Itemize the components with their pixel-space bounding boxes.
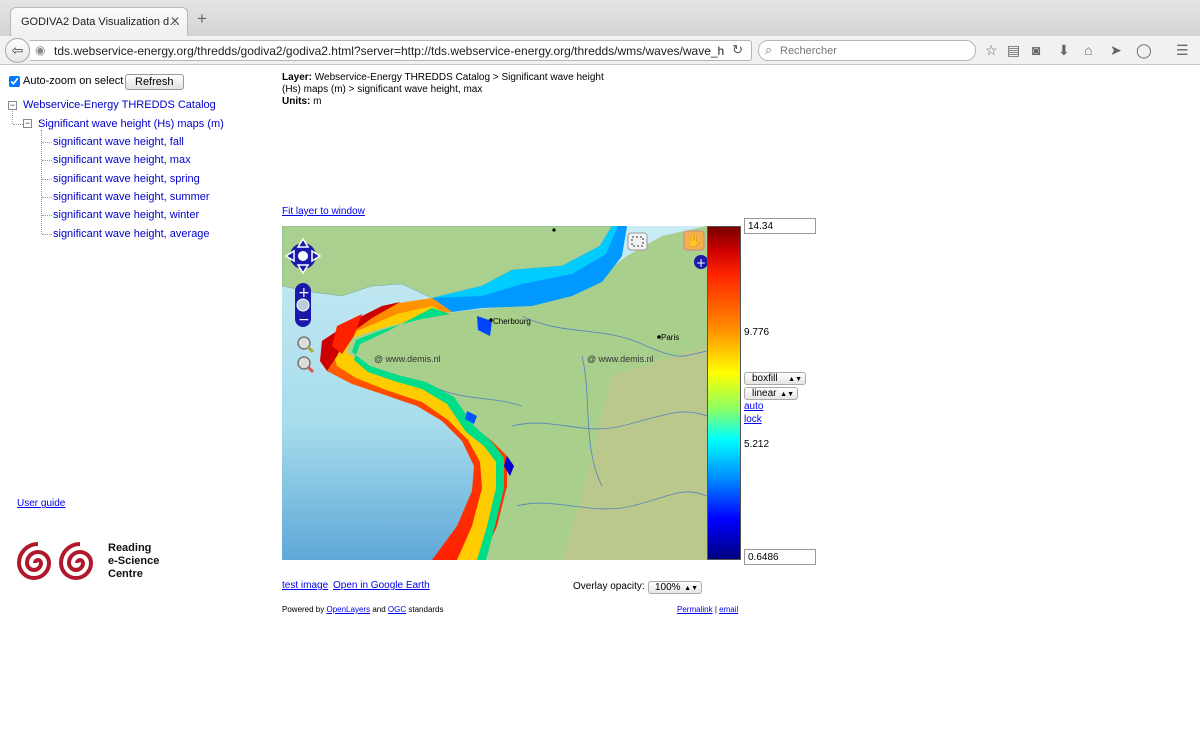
- tree-layer-fall[interactable]: significant wave height, fall: [53, 136, 184, 148]
- browser-tab[interactable]: GODIVA2 Data Visualization d… ✕: [10, 7, 188, 36]
- tree-dataset[interactable]: Significant wave height (Hs) maps (m): [38, 118, 224, 130]
- svg-text:✋: ✋: [687, 234, 702, 248]
- layer-value-1: Webservice-Energy THREDDS Catalog > Sign…: [314, 72, 604, 83]
- layer-switcher-plus-icon[interactable]: +: [694, 255, 707, 270]
- map-watermark-2: @ www.demis.nl: [587, 354, 654, 364]
- opacity-select[interactable]: 100% ▲▼: [648, 581, 702, 594]
- colorbar: [707, 226, 741, 560]
- search-placeholder[interactable]: Rechercher: [780, 45, 837, 57]
- map-label-paris: Paris: [661, 333, 679, 342]
- autozoom-checkbox[interactable]: Auto-zoom on select: [9, 75, 123, 87]
- zoom-bar-icon[interactable]: + −: [295, 283, 311, 328]
- tab-title: GODIVA2 Data Visualization d…: [21, 16, 181, 28]
- svg-text:−: −: [298, 312, 310, 328]
- url-bar[interactable]: ◉ tds.webservice-energy.org/thredds/godi…: [30, 40, 752, 61]
- downloads-icon[interactable]: ⬇: [1058, 42, 1070, 59]
- tree-layer-spring[interactable]: significant wave height, spring: [53, 173, 200, 185]
- units-label: Units:: [282, 96, 311, 107]
- pan-hand-tool-icon[interactable]: ✋: [683, 230, 705, 251]
- autozoom-label: Auto-zoom on select: [23, 75, 124, 87]
- tab-close-icon[interactable]: ✕: [170, 14, 180, 28]
- openlayers-link[interactable]: OpenLayers: [326, 605, 370, 614]
- search-bar[interactable]: ⌕ Rechercher: [758, 40, 976, 61]
- map-canvas[interactable]: Cherbourg Paris @ www.demis.nl @ www.dem…: [282, 226, 707, 560]
- search-icon: ⌕: [765, 42, 773, 57]
- select-box-tool-icon[interactable]: [627, 232, 648, 251]
- reading-escience-logo-icon[interactable]: [16, 540, 106, 586]
- chevron-down-icon: ▲▼: [780, 391, 794, 398]
- lock-scale-link[interactable]: lock: [744, 414, 762, 425]
- pocket-icon[interactable]: ◙: [1032, 42, 1040, 58]
- menu-icon[interactable]: ☰: [1176, 42, 1189, 59]
- ogc-link[interactable]: OGC: [388, 605, 406, 614]
- scale-min-input[interactable]: [744, 549, 816, 565]
- tree-catalog[interactable]: Webservice-Energy THREDDS Catalog: [23, 99, 216, 111]
- chat-icon[interactable]: ◯: [1136, 42, 1152, 59]
- test-image-link[interactable]: test image: [282, 580, 328, 591]
- email-link[interactable]: email: [719, 605, 738, 614]
- layer-value-2: (Hs) maps (m) > significant wave height,…: [282, 84, 483, 95]
- permalink-link[interactable]: Permalink: [677, 605, 713, 614]
- refresh-button[interactable]: Refresh: [125, 74, 184, 90]
- chevron-down-icon: ▲▼: [684, 585, 698, 592]
- units-value: m: [313, 96, 322, 107]
- map-label-cherbourg: Cherbourg: [493, 317, 531, 326]
- navigation-bar: ⇦ ◉ tds.webservice-energy.org/thredds/go…: [0, 36, 1200, 65]
- collapse-catalog-icon[interactable]: −: [8, 101, 17, 110]
- map-viewport[interactable]: Cherbourg Paris @ www.demis.nl @ www.dem…: [282, 226, 707, 560]
- home-icon[interactable]: ⌂: [1084, 42, 1092, 58]
- reload-icon[interactable]: ↻: [732, 42, 743, 58]
- bookmark-star-icon[interactable]: ☆: [985, 42, 998, 59]
- site-identity-icon[interactable]: ◉: [35, 43, 45, 57]
- scale-low-value: 5.212: [744, 439, 770, 450]
- google-earth-link[interactable]: Open in Google Earth: [333, 580, 430, 591]
- palette-style-select[interactable]: boxfill ▲▼: [744, 372, 806, 385]
- back-button[interactable]: ⇦: [5, 38, 30, 63]
- scale-mid-value: 9.776: [744, 327, 770, 338]
- new-tab-button[interactable]: +: [197, 9, 207, 29]
- scale-max-input[interactable]: [744, 218, 816, 234]
- tree-layer-winter[interactable]: significant wave height, winter: [53, 209, 199, 221]
- permalink-area: Permalink | email: [677, 605, 739, 614]
- back-arrow-icon: ⇦: [11, 42, 24, 58]
- layer-label: Layer:: [282, 72, 313, 83]
- auto-scale-link[interactable]: auto: [744, 401, 763, 412]
- map-watermark-1: @ www.demis.nl: [374, 354, 441, 364]
- svg-text:+: +: [696, 256, 706, 270]
- chevron-down-icon: ▲▼: [788, 376, 802, 383]
- user-guide-link[interactable]: User guide: [17, 498, 65, 509]
- layer-info: Layer: Webservice-Energy THREDDS Catalog…: [282, 72, 622, 108]
- collapse-dataset-icon[interactable]: −: [23, 119, 32, 128]
- autozoom-check[interactable]: [9, 75, 20, 87]
- url-text[interactable]: tds.webservice-energy.org/thredds/godiva…: [54, 44, 724, 58]
- scale-type-select[interactable]: linear ▲▼: [744, 387, 798, 400]
- tree-layer-average[interactable]: significant wave height, average: [53, 228, 210, 240]
- rec-logo-text: Reading e-Science Centre: [108, 542, 160, 580]
- share-icon[interactable]: ➤: [1110, 42, 1122, 59]
- left-panel: Auto-zoom on select Refresh − Webservice…: [0, 66, 270, 750]
- tree-layer-summer[interactable]: significant wave height, summer: [53, 191, 210, 203]
- fit-layer-link[interactable]: Fit layer to window: [282, 206, 365, 217]
- tab-bar: GODIVA2 Data Visualization d… ✕ +: [0, 0, 1200, 36]
- opacity-label: Overlay opacity:: [573, 581, 645, 592]
- powered-by: Powered by OpenLayers and OGC standards: [282, 605, 444, 614]
- tree-layer-max[interactable]: significant wave height, max: [53, 154, 191, 166]
- reading-list-icon[interactable]: ▤: [1007, 42, 1020, 59]
